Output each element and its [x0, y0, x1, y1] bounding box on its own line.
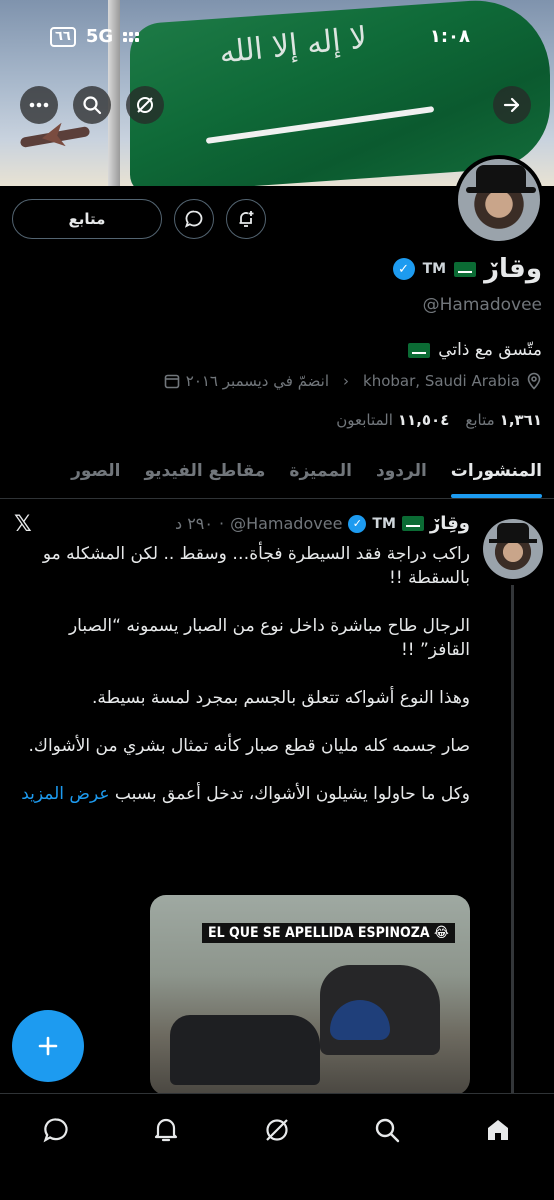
profile-bio: متّسق مع ذاتي [408, 340, 542, 360]
bio-text: متّسق مع ذاتي [438, 340, 542, 360]
compose-icon [38, 1036, 58, 1056]
verified-icon[interactable]: ✓ [392, 258, 415, 280]
saudi-flag-icon [408, 342, 431, 358]
search-button[interactable] [73, 86, 111, 124]
post-text[interactable]: راكب دراجة فقد السيطرة فجأة… وسقط .. لكن… [20, 542, 470, 830]
nav-grok[interactable] [257, 1110, 297, 1150]
display-name: وقاڒ [484, 254, 542, 284]
post-dot: · [218, 514, 225, 533]
post-paragraph: راكب دراجة فقد السيطرة فجأة… وسقط .. لكن… [42, 544, 470, 588]
notification-add-icon [239, 211, 254, 227]
home-icon [488, 1120, 508, 1140]
post-paragraph: وهذا النوع أشواكه تتعلق بالجسم بمجرد لمس… [92, 688, 470, 708]
profile-tabs: المنشورات الردود المميزة مقاطع الفيديو ا… [0, 449, 554, 499]
bottom-nav [0, 1093, 554, 1200]
media-caption: EL QUE SE APELLIDA ESPINOZA 😂 [202, 923, 455, 943]
arrow-right-icon [503, 97, 520, 113]
location-text: khobar, Saudi Arabia [363, 372, 520, 390]
more-icon [29, 102, 49, 108]
x-logo-icon[interactable]: 𝕏 [14, 512, 32, 537]
compose-button[interactable] [12, 1010, 84, 1082]
calendar-icon [164, 374, 180, 389]
sim-indicator: ٦٦ [50, 26, 76, 47]
following-count: ١,٣٦١ [499, 411, 542, 429]
tab-highlights[interactable]: المميزة [277, 449, 364, 498]
post-handle: @Hamadovee [230, 514, 343, 533]
post-paragraph-last: وكل ما حاولوا يشيلون الأشواك، تدخل أعمق … [20, 782, 470, 806]
tab-photos[interactable]: الصور [59, 449, 132, 498]
thread-line [511, 585, 514, 1093]
profile-counts: ١,٣٦١متابع ١١,٥٠٤المتابعون [336, 411, 542, 429]
following-count-link[interactable]: ١,٣٦١متابع [465, 411, 542, 429]
grok-icon [266, 1119, 288, 1141]
message-icon [184, 210, 203, 228]
tm-mark: TM [422, 261, 447, 277]
followers-label: المتابعون [336, 411, 393, 429]
nav-home[interactable] [478, 1110, 518, 1150]
location: khobar, Saudi Arabia [363, 372, 542, 390]
more-button[interactable] [20, 86, 58, 124]
nav-messages[interactable] [36, 1110, 76, 1150]
chevron-left-icon: ‹ [343, 372, 350, 390]
post-header: وقِاڒ TM ✓ @Hamadovee · ٢٩٠ د [175, 513, 470, 534]
profile-name-row: وقاڒ TM ✓ [392, 254, 542, 284]
post-author-name[interactable]: وقِاڒ [430, 513, 470, 534]
status-left: ٦٦ 5G [50, 26, 140, 47]
message-button[interactable] [174, 199, 214, 239]
nav-notifications[interactable] [146, 1110, 186, 1150]
banner-plane [19, 125, 91, 149]
search-icon [375, 1118, 400, 1143]
search-icon [83, 96, 102, 115]
saudi-flag-icon [454, 261, 477, 277]
grok-button[interactable] [126, 86, 164, 124]
post-paragraph: صار جسمه كله مليان قطع صبار كأنه تمثال ب… [28, 736, 470, 756]
post-avatar[interactable] [483, 519, 543, 579]
profile-avatar[interactable] [454, 155, 544, 245]
following-label: متابع [465, 411, 495, 429]
notification-add-button[interactable] [226, 199, 266, 239]
tm-mark: TM [372, 515, 396, 532]
bell-icon [154, 1118, 178, 1142]
grok-icon [137, 97, 153, 113]
join-date: انضمّ في ديسمبر ٢٠١٦ [164, 372, 329, 390]
show-more-link[interactable]: عرض المزيد [21, 784, 109, 804]
saudi-flag-icon [401, 516, 424, 531]
nav-search[interactable] [367, 1110, 407, 1150]
verified-icon: ✓ [348, 514, 367, 533]
tab-videos[interactable]: مقاطع الفيديو [132, 449, 277, 498]
profile-meta: khobar, Saudi Arabia ‹ انضمّ في ديسمبر ٢… [164, 372, 542, 390]
status-time: ١:٠٨ [429, 26, 470, 47]
followers-count-link[interactable]: ١١,٥٠٤المتابعون [336, 411, 449, 429]
location-icon [527, 372, 541, 390]
tab-replies[interactable]: الردود [364, 449, 439, 498]
back-button[interactable] [493, 86, 531, 124]
signal-icon [123, 31, 140, 42]
join-date-text: انضمّ في ديسمبر ٢٠١٦ [185, 372, 330, 390]
post-media[interactable]: EL QUE SE APELLIDA ESPINOZA 😂 [150, 895, 470, 1095]
followers-count: ١١,٥٠٤ [397, 411, 450, 429]
profile-handle: @Hamadovee [422, 295, 542, 315]
post-time: ٢٩٠ د [174, 514, 213, 533]
message-icon [43, 1118, 68, 1143]
post-last-text: وكل ما حاولوا يشيلون الأشواك، تدخل أعمق … [114, 784, 470, 804]
status-bar: ٦٦ 5G ١:٠٨ [0, 26, 554, 52]
following-button[interactable]: متابع [12, 199, 162, 239]
network-type: 5G [85, 26, 114, 47]
post-paragraph: الرجال طاح مباشرة داخل نوع من الصبار يسم… [68, 616, 470, 660]
tab-posts[interactable]: المنشورات [439, 449, 554, 498]
